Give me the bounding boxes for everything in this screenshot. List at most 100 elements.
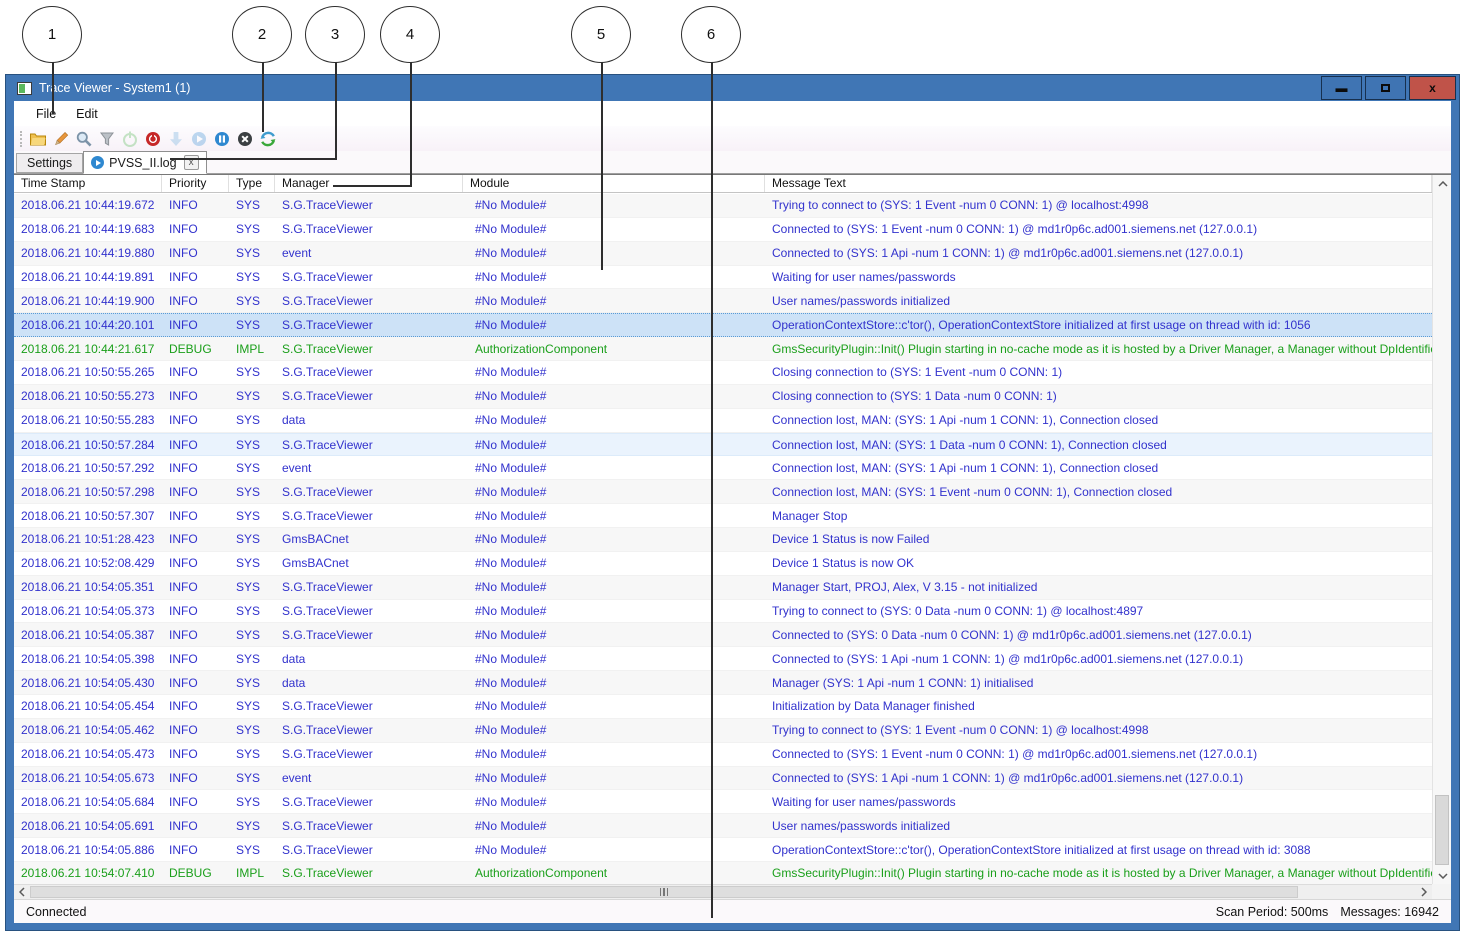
cell-type: SYS: [229, 604, 275, 618]
cell-module: #No Module#: [463, 509, 765, 523]
cell-message: Trying to connect to (SYS: 1 Event -num …: [765, 723, 1432, 737]
log-row[interactable]: 2018.06.21 10:54:05.462 INFO SYS S.G.Tra…: [14, 719, 1432, 743]
vertical-scrollbar[interactable]: [1432, 175, 1451, 884]
cell-manager: S.G.TraceViewer: [275, 294, 463, 308]
cell-timestamp: 2018.06.21 10:50:57.298: [14, 485, 162, 499]
cell-message: Trying to connect to (SYS: 0 Data -num 0…: [765, 604, 1432, 618]
scrollbar-corner: [1432, 884, 1451, 899]
log-row[interactable]: 2018.06.21 10:50:55.265 INFO SYS S.G.Tra…: [14, 361, 1432, 385]
log-row[interactable]: 2018.06.21 10:54:05.387 INFO SYS S.G.Tra…: [14, 623, 1432, 647]
log-row[interactable]: 2018.06.21 10:54:05.684 INFO SYS S.G.Tra…: [14, 790, 1432, 814]
tab-pvss-log[interactable]: PVSS_II.log x: [83, 151, 206, 174]
cell-timestamp: 2018.06.21 10:44:19.672: [14, 198, 162, 212]
cell-module: #No Module#: [463, 676, 765, 690]
log-row[interactable]: 2018.06.21 10:54:05.351 INFO SYS S.G.Tra…: [14, 576, 1432, 600]
scroll-right-icon[interactable]: [1416, 885, 1432, 900]
log-row[interactable]: 2018.06.21 10:44:19.672 INFO SYS S.G.Tra…: [14, 194, 1432, 218]
log-row[interactable]: 2018.06.21 10:54:05.430 INFO SYS data #N…: [14, 671, 1432, 695]
cell-timestamp: 2018.06.21 10:50:57.292: [14, 461, 162, 475]
log-row[interactable]: 2018.06.21 10:44:21.617 DEBUG IMPL S.G.T…: [14, 337, 1432, 361]
cell-module: #No Module#: [463, 819, 765, 833]
cell-module: #No Module#: [463, 294, 765, 308]
log-row[interactable]: 2018.06.21 10:54:05.673 INFO SYS event #…: [14, 767, 1432, 791]
cell-manager: S.G.TraceViewer: [275, 747, 463, 761]
close-button[interactable]: x: [1409, 76, 1456, 100]
tab-close-icon[interactable]: x: [184, 155, 199, 170]
column-header-priority[interactable]: Priority: [162, 175, 229, 192]
menu-edit[interactable]: Edit: [66, 104, 108, 124]
cell-priority: INFO: [162, 723, 229, 737]
cell-priority: INFO: [162, 843, 229, 857]
column-header-manager[interactable]: Manager: [275, 175, 463, 192]
column-header-time[interactable]: Time Stamp: [14, 175, 162, 192]
refresh-icon[interactable]: [256, 128, 279, 149]
callout-2: 2: [232, 6, 292, 63]
cell-manager: S.G.TraceViewer: [275, 222, 463, 236]
column-header-module[interactable]: Module: [463, 175, 765, 192]
log-row[interactable]: 2018.06.21 10:50:55.273 INFO SYS S.G.Tra…: [14, 385, 1432, 409]
scroll-down-icon[interactable]: [1433, 867, 1451, 884]
callout-4: 4: [380, 6, 440, 63]
toolbar-grip[interactable]: [20, 131, 22, 147]
minimize-icon: ▬: [1336, 81, 1348, 95]
cell-timestamp: 2018.06.21 10:44:20.101: [14, 318, 162, 332]
cell-manager: data: [275, 413, 463, 427]
log-row[interactable]: 2018.06.21 10:54:05.473 INFO SYS S.G.Tra…: [14, 743, 1432, 767]
arrow-down-icon[interactable]: [164, 128, 187, 149]
cell-timestamp: 2018.06.21 10:52:08.429: [14, 556, 162, 570]
cell-priority: INFO: [162, 771, 229, 785]
log-row[interactable]: 2018.06.21 10:44:19.683 INFO SYS S.G.Tra…: [14, 218, 1432, 242]
filter-icon[interactable]: [95, 128, 118, 149]
scroll-up-icon[interactable]: [1433, 175, 1451, 192]
log-row[interactable]: 2018.06.21 10:50:57.298 INFO SYS S.G.Tra…: [14, 480, 1432, 504]
cell-timestamp: 2018.06.21 10:50:57.307: [14, 509, 162, 523]
cell-priority: INFO: [162, 365, 229, 379]
cell-type: SYS: [229, 699, 275, 713]
log-row[interactable]: 2018.06.21 10:44:19.891 INFO SYS S.G.Tra…: [14, 266, 1432, 290]
log-row[interactable]: 2018.06.21 10:44:19.880 INFO SYS event #…: [14, 242, 1432, 266]
cell-type: SYS: [229, 652, 275, 666]
search-icon[interactable]: [72, 128, 95, 149]
log-row[interactable]: 2018.06.21 10:44:20.101 INFO SYS S.G.Tra…: [14, 313, 1432, 337]
cancel-icon[interactable]: [233, 128, 256, 149]
cell-timestamp: 2018.06.21 10:50:55.283: [14, 413, 162, 427]
play-icon[interactable]: [187, 128, 210, 149]
log-row[interactable]: 2018.06.21 10:50:57.284 INFO SYS S.G.Tra…: [14, 433, 1432, 457]
log-row[interactable]: 2018.06.21 10:54:05.691 INFO SYS S.G.Tra…: [14, 814, 1432, 838]
log-row[interactable]: 2018.06.21 10:52:08.429 INFO SYS GmsBACn…: [14, 552, 1432, 576]
log-row[interactable]: 2018.06.21 10:54:05.454 INFO SYS S.G.Tra…: [14, 695, 1432, 719]
open-file-icon[interactable]: [26, 128, 49, 149]
log-row[interactable]: 2018.06.21 10:50:57.307 INFO SYS S.G.Tra…: [14, 504, 1432, 528]
edit-pencil-icon[interactable]: [49, 128, 72, 149]
log-row[interactable]: 2018.06.21 10:50:57.292 INFO SYS event #…: [14, 456, 1432, 480]
column-header-type[interactable]: Type: [229, 175, 275, 192]
column-header-message[interactable]: Message Text: [765, 175, 1432, 192]
log-row[interactable]: 2018.06.21 10:54:05.373 INFO SYS S.G.Tra…: [14, 600, 1432, 624]
minimize-button[interactable]: ▬: [1321, 76, 1362, 100]
menu-file[interactable]: File: [26, 104, 66, 124]
cell-manager: S.G.TraceViewer: [275, 628, 463, 642]
cell-message: GmsSecurityPlugin::Init() Plugin startin…: [765, 342, 1432, 356]
log-row[interactable]: 2018.06.21 10:50:55.283 INFO SYS data #N…: [14, 409, 1432, 433]
power-off-icon[interactable]: [141, 128, 164, 149]
message-count-status: Messages: 16942: [1340, 905, 1439, 919]
tab-settings[interactable]: Settings: [16, 153, 83, 173]
pause-icon[interactable]: [210, 128, 233, 149]
vertical-scroll-thumb[interactable]: [1435, 795, 1449, 865]
horizontal-scrollbar[interactable]: [14, 884, 1432, 899]
log-row[interactable]: 2018.06.21 10:54:05.398 INFO SYS data #N…: [14, 647, 1432, 671]
cell-manager: S.G.TraceViewer: [275, 485, 463, 499]
maximize-button[interactable]: [1365, 76, 1406, 100]
status-bar: Connected Scan Period: 500ms Messages: 1…: [14, 899, 1451, 923]
log-row[interactable]: 2018.06.21 10:54:07.410 DEBUG IMPL S.G.T…: [14, 862, 1432, 884]
scroll-left-icon[interactable]: [14, 885, 30, 900]
cell-timestamp: 2018.06.21 10:44:19.891: [14, 270, 162, 284]
cell-module: #No Module#: [463, 795, 765, 809]
log-row[interactable]: 2018.06.21 10:44:19.900 INFO SYS S.G.Tra…: [14, 289, 1432, 313]
power-on-icon[interactable]: [118, 128, 141, 149]
horizontal-scroll-thumb[interactable]: [30, 886, 1298, 898]
log-row[interactable]: 2018.06.21 10:51:28.423 INFO SYS GmsBACn…: [14, 528, 1432, 552]
tab-bar: Settings PVSS_II.log x: [14, 151, 1451, 174]
log-row[interactable]: 2018.06.21 10:54:05.886 INFO SYS S.G.Tra…: [14, 838, 1432, 862]
cell-type: SYS: [229, 389, 275, 403]
